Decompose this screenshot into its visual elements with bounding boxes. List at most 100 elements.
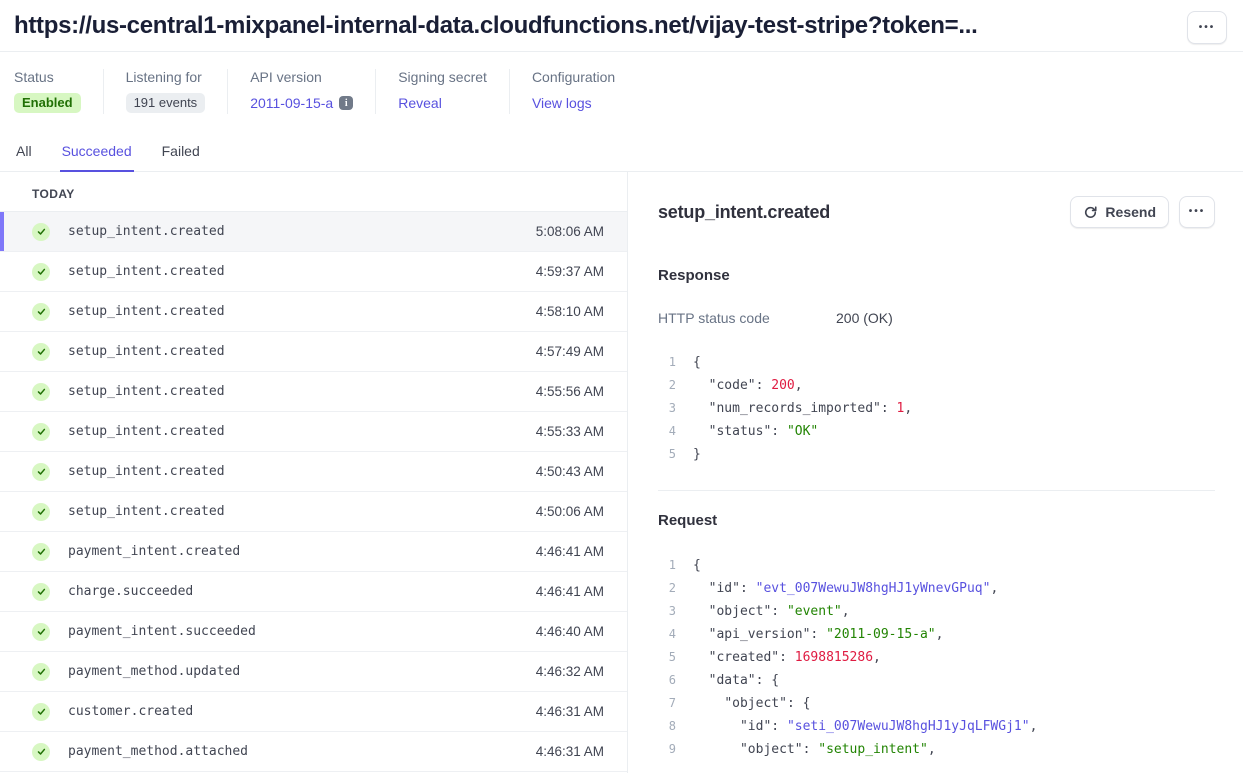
request-heading: Request — [658, 512, 1215, 529]
code-text: "status": "OK" — [693, 420, 818, 443]
success-check-icon — [32, 583, 50, 601]
resend-icon — [1083, 205, 1098, 220]
event-time: 4:46:32 AM — [536, 664, 604, 679]
list-item[interactable]: setup_intent.created4:50:43 AM — [0, 452, 627, 492]
line-number: 3 — [658, 397, 676, 420]
event-detail-title: setup_intent.created — [658, 202, 830, 223]
event-name: payment_method.attached — [68, 744, 248, 759]
success-check-icon — [32, 303, 50, 321]
success-check-icon — [32, 503, 50, 521]
stat-label: Signing secret — [398, 69, 487, 85]
list-item[interactable]: setup_intent.created4:55:33 AM — [0, 412, 627, 452]
http-status-value: 200 (OK) — [836, 310, 893, 326]
stats-row: Status Enabled Listening for 191 events API … — [0, 52, 1243, 114]
signing-secret-link[interactable]: Reveal — [398, 95, 442, 111]
code-line: 3 "object": "event", — [658, 600, 1215, 623]
event-rows: setup_intent.created5:08:06 AMsetup_inte… — [0, 212, 627, 772]
event-name: setup_intent.created — [68, 384, 225, 399]
code-line: 3 "num_records_imported": 1, — [658, 397, 1215, 420]
line-number: 1 — [658, 351, 676, 374]
list-item[interactable]: payment_method.updated 4:46:32 AM — [0, 652, 627, 692]
configuration-link[interactable]: View logs — [532, 95, 592, 111]
event-name: payment_method.updated — [68, 664, 240, 679]
line-number: 6 — [658, 669, 676, 692]
stat-value: View logs — [532, 92, 615, 114]
status-badge: Enabled — [14, 93, 81, 113]
stat-value: Reveal — [398, 92, 487, 114]
event-time: 4:46:31 AM — [536, 744, 604, 759]
success-check-icon — [32, 463, 50, 481]
stat-api-version: API version 2011-09-15-a i — [250, 69, 376, 114]
code-line: 4 "status": "OK" — [658, 420, 1215, 443]
stat-label: Listening for — [126, 69, 206, 85]
event-name: setup_intent.created — [68, 504, 225, 519]
resend-button-label: Resend — [1105, 204, 1156, 220]
success-check-icon — [32, 343, 50, 361]
code-line: 5} — [658, 443, 1215, 466]
success-check-icon — [32, 543, 50, 561]
tab-failed[interactable]: Failed — [160, 137, 202, 172]
line-number: 9 — [658, 738, 676, 761]
list-item[interactable]: setup_intent.created 4:50:06 AM — [0, 492, 627, 532]
stat-status: Status Enabled — [14, 69, 104, 114]
success-check-icon — [32, 623, 50, 641]
line-number: 7 — [658, 692, 676, 715]
code-text: } — [693, 443, 701, 466]
event-time: 4:46:41 AM — [536, 584, 604, 599]
page-title: https://us-central1-mixpanel-internal-da… — [14, 9, 977, 43]
stat-label: Status — [14, 69, 81, 85]
code-text: "id": "evt_007WewuJW8hgHJ1yWnevGPuq", — [693, 577, 998, 600]
event-count-badge: 191 events — [126, 93, 206, 113]
info-icon[interactable]: i — [339, 96, 353, 110]
code-text: "created": 1698815286, — [693, 646, 881, 669]
list-item[interactable]: charge.succeeded4:46:41 AM — [0, 572, 627, 612]
event-time: 4:55:56 AM — [536, 384, 604, 399]
line-number: 4 — [658, 623, 676, 646]
list-item[interactable]: setup_intent.created4:59:37 AM — [0, 252, 627, 292]
tab-succeeded[interactable]: Succeeded — [60, 137, 134, 172]
event-time: 4:50:06 AM — [536, 504, 604, 519]
list-item[interactable]: payment_method.attached 4:46:31 AM — [0, 732, 627, 772]
event-name: setup_intent.created — [68, 424, 225, 439]
event-time: 4:46:41 AM — [536, 544, 604, 559]
header-overflow-button[interactable]: ••• — [1187, 11, 1227, 44]
stat-label: Configuration — [532, 69, 615, 85]
list-item[interactable]: setup_intent.created4:57:49 AM — [0, 332, 627, 372]
list-item[interactable]: setup_intent.created4:58:10 AM — [0, 292, 627, 332]
http-status-row: HTTP status code 200 (OK) — [658, 310, 1215, 326]
list-item[interactable]: setup_intent.created 4:55:56 AM — [0, 372, 627, 412]
stat-value: Enabled — [14, 92, 81, 114]
line-number: 1 — [658, 554, 676, 577]
list-item[interactable]: payment_intent.created4:46:41 AM — [0, 532, 627, 572]
success-check-icon — [32, 743, 50, 761]
event-name: payment_intent.succeeded — [68, 624, 256, 639]
event-time: 4:57:49 AM — [536, 344, 604, 359]
code-line: 9 "object": "setup_intent", — [658, 738, 1215, 761]
code-text: { — [693, 351, 701, 374]
stat-listening-for: Listening for 191 events — [126, 69, 229, 114]
list-item[interactable]: customer.created4:46:31 AM — [0, 692, 627, 732]
stat-label: API version — [250, 69, 353, 85]
list-item[interactable]: payment_intent.succeeded4:46:40 AM — [0, 612, 627, 652]
event-time: 4:58:10 AM — [536, 304, 604, 319]
code-text: "object": { — [693, 692, 810, 715]
code-text: "id": "seti_007WewuJW8hgHJ1yJqLFWGj1", — [693, 715, 1037, 738]
endpoint-header: https://us-central1-mixpanel-internal-da… — [0, 0, 1243, 52]
code-text: "code": 200, — [693, 374, 803, 397]
api-version-link[interactable]: 2011-09-15-a — [250, 95, 333, 111]
resend-button[interactable]: Resend — [1070, 196, 1169, 228]
line-number: 8 — [658, 715, 676, 738]
code-line: 1{ — [658, 554, 1215, 577]
code-text: "object": "setup_intent", — [693, 738, 936, 761]
detail-overflow-button[interactable]: ••• — [1179, 196, 1215, 228]
code-text: "object": "event", — [693, 600, 850, 623]
ellipsis-icon: ••• — [1199, 23, 1216, 33]
line-number: 3 — [658, 600, 676, 623]
event-name: setup_intent.created — [68, 264, 225, 279]
code-line: 2 "code": 200, — [658, 374, 1215, 397]
code-text: { — [693, 554, 701, 577]
line-number: 4 — [658, 420, 676, 443]
list-item[interactable]: setup_intent.created5:08:06 AM — [0, 212, 627, 252]
event-name: setup_intent.created — [68, 464, 225, 479]
tab-all[interactable]: All — [14, 137, 34, 172]
